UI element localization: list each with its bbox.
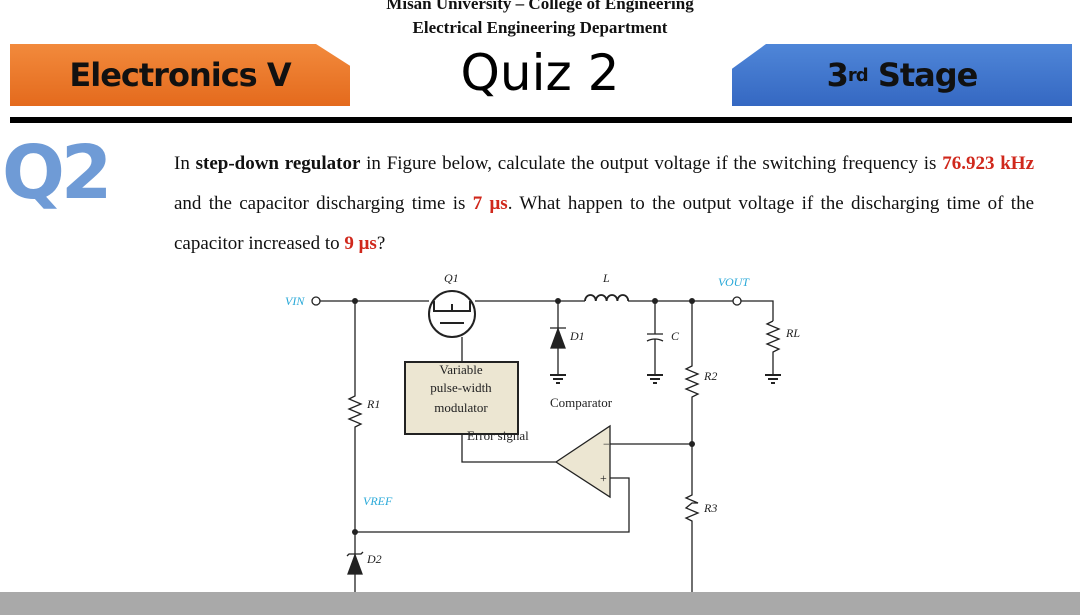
capacitor-c	[646, 301, 664, 375]
svg-text:Q1: Q1	[444, 271, 459, 285]
vout-terminal	[732, 296, 742, 306]
svg-text:pulse-width: pulse-width	[430, 380, 492, 395]
svg-text:R3: R3	[703, 501, 717, 515]
svg-text:+: +	[600, 471, 607, 485]
resistor-rl	[765, 320, 781, 375]
mosfet-q1	[428, 290, 476, 338]
diode-d1	[550, 327, 566, 349]
svg-text:C: C	[671, 329, 680, 343]
svg-text:Variable: Variable	[439, 362, 483, 377]
resistor-divider	[684, 301, 700, 594]
svg-text:Comparator: Comparator	[550, 395, 613, 410]
comparator-opamp	[554, 424, 611, 499]
svg-text:VOUT: VOUT	[718, 275, 750, 289]
svg-text:D1: D1	[569, 329, 585, 343]
svg-text:D2: D2	[366, 552, 382, 566]
bottom-bar	[0, 592, 1080, 615]
inductor-l	[584, 294, 630, 302]
svg-text:VREF: VREF	[363, 494, 393, 508]
svg-text:R2: R2	[703, 369, 717, 383]
zener-d2	[347, 553, 363, 575]
resistor-r1	[347, 301, 363, 595]
svg-text:L: L	[602, 271, 610, 285]
svg-text:VIN: VIN	[285, 294, 305, 308]
svg-text:Error signal: Error signal	[467, 428, 529, 443]
svg-text:modulator: modulator	[434, 400, 488, 415]
svg-text:−: −	[603, 437, 610, 451]
regulator-circuit: − + Variable pulse-width modulator Compar…	[285, 271, 800, 604]
svg-text:R1: R1	[366, 397, 380, 411]
vin-terminal	[311, 296, 321, 306]
svg-text:RL: RL	[785, 326, 800, 340]
